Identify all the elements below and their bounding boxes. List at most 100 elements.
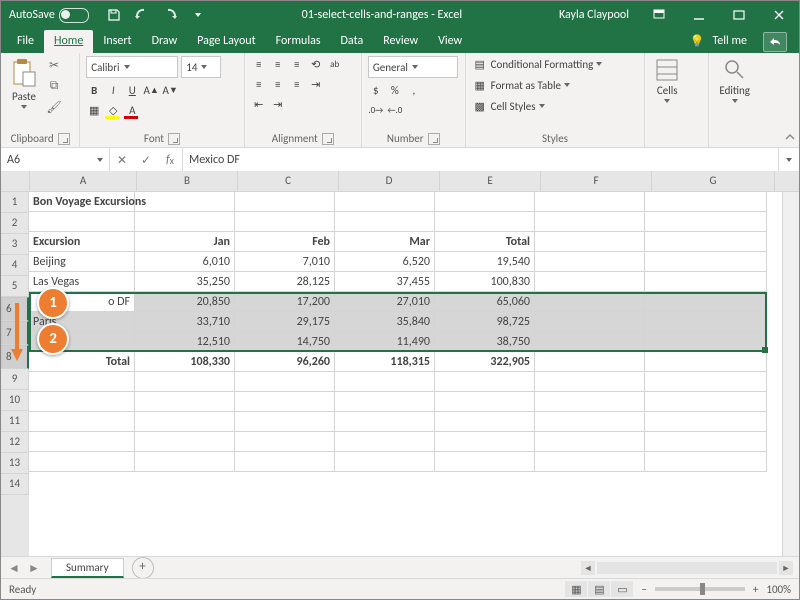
cell-B10[interactable]: [135, 372, 235, 392]
dialog-launcher-icon[interactable]: [168, 133, 180, 145]
cell-B5[interactable]: 35,250: [135, 272, 235, 292]
cell-E14[interactable]: [435, 452, 535, 472]
cell-B4[interactable]: 6,010: [135, 252, 235, 272]
cell-G10[interactable]: [645, 372, 767, 392]
cell-F9[interactable]: [535, 352, 645, 372]
row-header-9[interactable]: 9: [1, 369, 29, 390]
col-header-B[interactable]: B: [137, 171, 238, 191]
close-icon[interactable]: [759, 1, 799, 29]
percent-icon[interactable]: %: [387, 82, 403, 98]
tab-file[interactable]: File: [7, 30, 44, 53]
cell-F13[interactable]: [535, 432, 645, 452]
sheet-tab-summary[interactable]: Summary: [51, 558, 124, 578]
cut-icon[interactable]: ✂: [45, 56, 63, 74]
align-bottom-icon[interactable]: ≡: [289, 56, 305, 72]
borders-icon[interactable]: ▦: [86, 102, 102, 118]
formula-input[interactable]: Mexico DF: [183, 148, 778, 172]
cell-D2[interactable]: [335, 212, 435, 232]
cell-E12[interactable]: [435, 412, 535, 432]
cell-styles-button[interactable]: ▩Cell Styles: [472, 98, 545, 114]
autosave-toggle[interactable]: AutoSave: [1, 8, 97, 23]
cell-G8[interactable]: [645, 332, 767, 352]
decrease-decimal-icon[interactable]: ←.0: [387, 102, 403, 118]
tab-page-layout[interactable]: Page Layout: [187, 30, 265, 53]
cell-B1[interactable]: [135, 192, 235, 212]
cell-F7[interactable]: [535, 312, 645, 332]
col-header-E[interactable]: E: [440, 171, 541, 191]
page-break-view-icon[interactable]: ▭: [611, 581, 633, 597]
tab-insert[interactable]: Insert: [93, 30, 141, 53]
cell-F10[interactable]: [535, 372, 645, 392]
expand-formula-bar-icon[interactable]: [778, 148, 799, 172]
row-header-1[interactable]: 1: [1, 192, 29, 213]
row-header-2[interactable]: 2: [1, 213, 29, 234]
cell-D11[interactable]: [335, 392, 435, 412]
cell-G3[interactable]: [645, 232, 767, 252]
cell-G6[interactable]: [645, 292, 767, 312]
tellme-input[interactable]: Tell me: [710, 30, 757, 53]
cell-G4[interactable]: [645, 252, 767, 272]
cell-C13[interactable]: [235, 432, 335, 452]
merge-icon[interactable]: ⇥: [308, 76, 324, 92]
cell-B8[interactable]: 12,510: [135, 332, 235, 352]
cell-F2[interactable]: [535, 212, 645, 232]
redo-icon[interactable]: [161, 6, 179, 24]
decrease-indent-icon[interactable]: ⇤: [251, 96, 267, 112]
cell-C14[interactable]: [235, 452, 335, 472]
name-box[interactable]: A6: [1, 148, 110, 172]
select-all-corner[interactable]: [1, 171, 30, 191]
cell-C11[interactable]: [235, 392, 335, 412]
cell-B13[interactable]: [135, 432, 235, 452]
cell-D14[interactable]: [335, 452, 435, 472]
enter-icon[interactable]: ✓: [134, 153, 158, 168]
copy-icon[interactable]: ⧉: [45, 77, 63, 95]
cell-E4[interactable]: 19,540: [435, 252, 535, 272]
scroll-right-icon[interactable]: ►: [779, 561, 793, 575]
zoom-slider[interactable]: [655, 587, 745, 591]
col-header-C[interactable]: C: [238, 171, 339, 191]
fill-color-icon[interactable]: ◇: [105, 102, 121, 118]
dialog-launcher-icon[interactable]: [58, 133, 70, 145]
tab-formulas[interactable]: Formulas: [266, 30, 331, 53]
row-header-14[interactable]: 14: [1, 474, 29, 495]
scroll-left-icon[interactable]: ◄: [581, 561, 595, 575]
cell-A4[interactable]: Beijing: [29, 252, 135, 272]
tab-view[interactable]: View: [428, 30, 472, 53]
cell-A12[interactable]: [29, 412, 135, 432]
increase-indent-icon[interactable]: ⇥: [270, 96, 286, 112]
page-layout-view-icon[interactable]: ▤: [588, 581, 610, 597]
cells-button[interactable]: Cells: [651, 56, 683, 105]
underline-button[interactable]: U: [124, 82, 140, 98]
cell-D7[interactable]: 35,840: [335, 312, 435, 332]
cell-C4[interactable]: 7,010: [235, 252, 335, 272]
cell-D5[interactable]: 37,455: [335, 272, 435, 292]
col-header-F[interactable]: F: [541, 171, 652, 191]
cell-F12[interactable]: [535, 412, 645, 432]
cell-B7[interactable]: 33,710: [135, 312, 235, 332]
tab-draw[interactable]: Draw: [142, 30, 188, 53]
cell-E2[interactable]: [435, 212, 535, 232]
cell-A13[interactable]: [29, 432, 135, 452]
cell-B6[interactable]: 20,850: [135, 292, 235, 312]
orientation-icon[interactable]: ⟲: [308, 56, 324, 72]
col-header-D[interactable]: D: [339, 171, 440, 191]
font-color-icon[interactable]: A: [124, 102, 140, 118]
cell-C6[interactable]: 17,200: [235, 292, 335, 312]
cells-region[interactable]: Bon Voyage Excursions ExcursionJanFebMar…: [29, 192, 782, 557]
row-header-5[interactable]: 5: [1, 276, 29, 297]
cell-A10[interactable]: [29, 372, 135, 392]
vertical-scrollbar[interactable]: [782, 192, 799, 557]
cell-D4[interactable]: 6,520: [335, 252, 435, 272]
cell-C9[interactable]: 96,260: [235, 352, 335, 372]
cell-D8[interactable]: 11,490: [335, 332, 435, 352]
cell-D12[interactable]: [335, 412, 435, 432]
cell-C12[interactable]: [235, 412, 335, 432]
col-header-A[interactable]: A: [30, 171, 137, 191]
sheet-nav-prev-icon[interactable]: ◄: [5, 561, 23, 576]
cell-C1[interactable]: [235, 192, 335, 212]
align-left-icon[interactable]: ≡: [251, 76, 267, 92]
shrink-font-icon[interactable]: A▼: [162, 82, 178, 98]
qat-customize-icon[interactable]: [189, 6, 207, 24]
italic-button[interactable]: I: [105, 82, 121, 98]
cell-G11[interactable]: [645, 392, 767, 412]
